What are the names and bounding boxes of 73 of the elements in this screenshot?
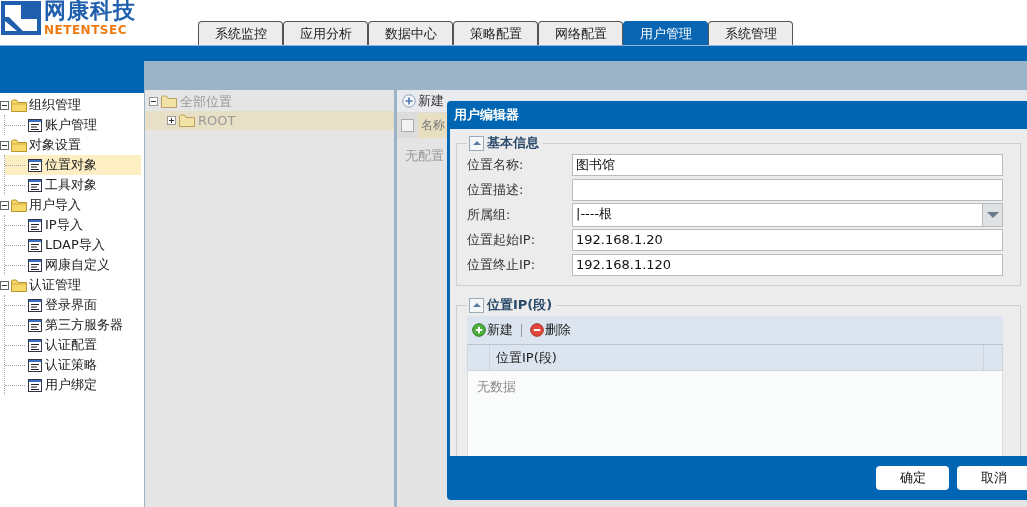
tree-group[interactable]: 对象设置 [0,135,144,155]
list-icon [28,158,42,172]
nav-tab[interactable]: 应用分析 [283,21,368,45]
tree-group[interactable]: 组织管理 [0,95,144,115]
toggle-icon[interactable] [0,140,9,150]
text-field[interactable] [572,178,1003,201]
cancel-button[interactable]: 取消 [957,466,1027,490]
list-icon [28,378,42,392]
nav-tab[interactable]: 系统管理 [708,21,793,45]
new-group-button[interactable]: 新建 [402,92,444,110]
field-label: 所属组: [467,205,512,224]
confirm-button[interactable]: 确定 [876,466,949,490]
section-title: 位置IP(段) [487,296,553,314]
section-title: 基本信息 [487,134,539,152]
list-icon [28,358,42,372]
list-icon [28,258,42,272]
dialog-title: 用户编辑器 [453,106,520,124]
toggle-icon[interactable] [0,200,9,210]
tree-item[interactable]: 第三方服务器 [5,315,141,335]
empty-message: 无数据 [477,379,516,394]
folder-icon [11,98,27,112]
text-field[interactable]: 192.168.1.20 [572,228,1003,251]
brand-subtitle: NETENTSEC [44,24,128,36]
select-all-checkbox[interactable] [401,118,414,132]
list-icon [28,238,42,252]
folder-icon [11,138,27,152]
folder-icon [11,278,27,292]
add-icon [472,323,486,337]
tree-item[interactable]: 认证配置 [5,335,141,355]
tree-item[interactable]: IP导入 [5,215,141,235]
toggle-icon[interactable] [167,116,176,125]
tree-item[interactable]: 登录界面 [5,295,141,315]
list-icon [28,318,42,332]
field-label: 位置名称: [467,155,525,174]
collapse-button[interactable] [469,297,484,313]
field-label: 位置描述: [467,180,525,199]
tree-item[interactable]: 认证策略 [5,355,141,375]
toggle-icon[interactable] [149,97,158,106]
tree-item[interactable]: 位置对象 [5,155,141,175]
list-icon [28,338,42,352]
field-label: 位置终止IP: [467,255,537,274]
list-icon [28,118,42,132]
nav-tab[interactable]: 网络配置 [538,21,623,45]
tree-item[interactable]: 用户绑定 [5,375,141,395]
empty-message: 无配置 [405,147,444,165]
tree-item[interactable]: 账户管理 [5,115,141,135]
remove-icon [530,323,544,337]
tree-item[interactable]: LDAP导入 [5,235,141,255]
nav-tab[interactable]: 数据中心 [368,21,453,45]
nav-tab[interactable]: 系统监控 [198,21,283,45]
toggle-icon[interactable] [0,280,9,290]
list-icon [28,298,42,312]
folder-icon [11,198,27,212]
add-button[interactable]: 新建 [472,321,513,339]
tree-group[interactable]: 用户导入 [0,195,144,215]
nav-tab[interactable]: 用户管理 [623,21,708,45]
plus-icon [402,94,416,108]
text-field[interactable]: 192.168.1.120 [572,253,1003,276]
field-label: 位置起始IP: [467,230,537,249]
nav-tab[interactable]: 策略配置 [453,21,538,45]
toggle-icon[interactable] [0,100,9,110]
tree-group[interactable]: 认证管理 [0,275,144,295]
collapse-button[interactable] [469,135,484,151]
folder-icon [161,95,177,108]
list-icon [28,178,42,192]
list-icon [28,218,42,232]
folder-icon [179,114,195,127]
tree-item[interactable]: 网康自定义 [5,255,141,275]
group-dropdown[interactable]: |----根 [572,202,1003,227]
tree-item[interactable]: 工具对象 [5,175,141,195]
delete-button[interactable]: 删除 [530,321,571,339]
column-header: 位置IP(段) [495,349,558,367]
text-field[interactable]: 图书馆 [572,153,1003,176]
